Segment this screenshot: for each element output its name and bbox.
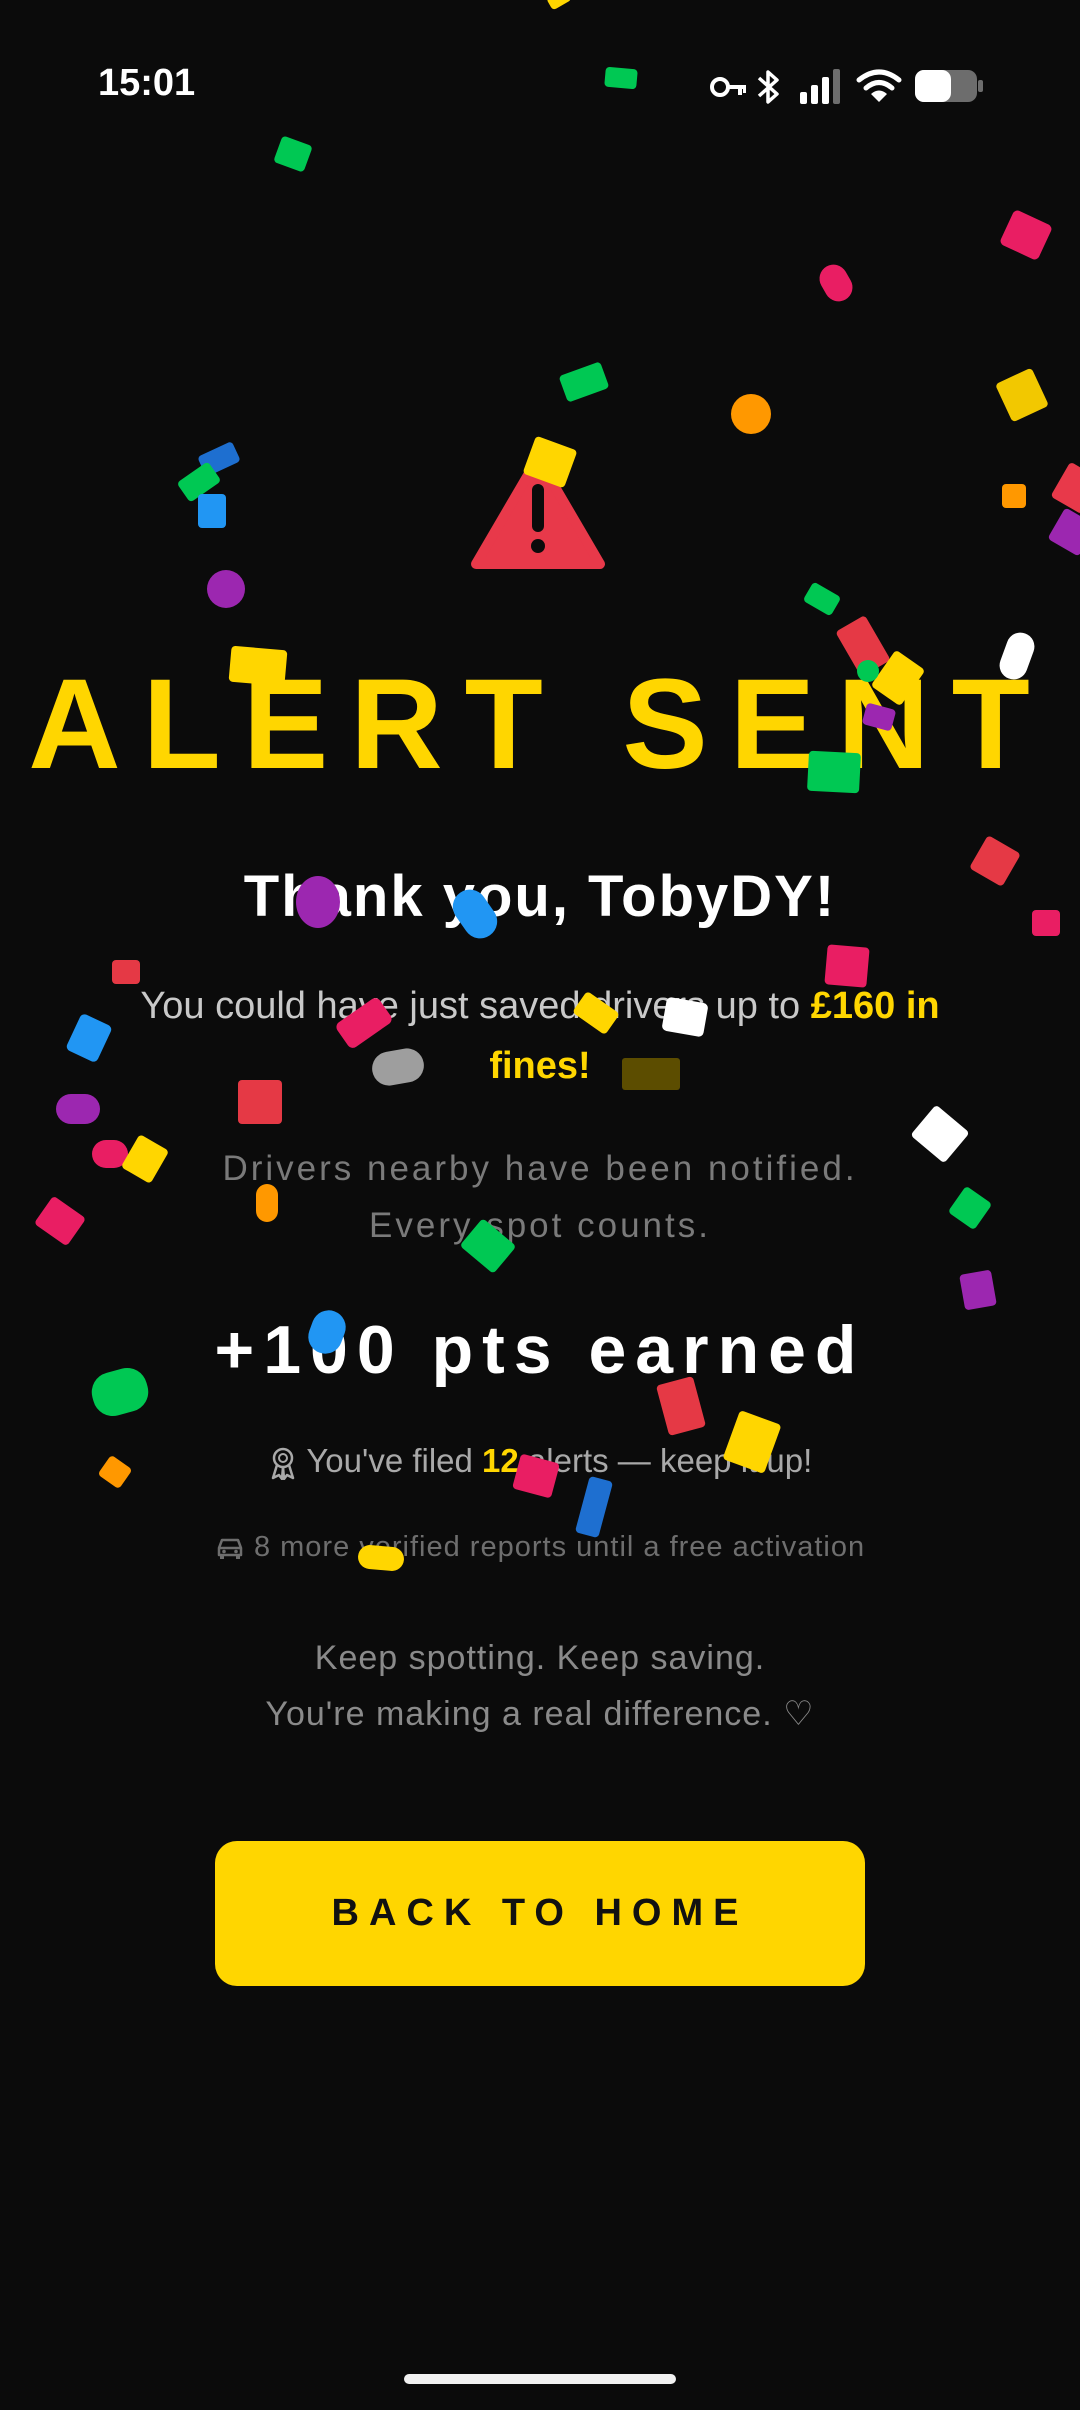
confetti-piece — [56, 1094, 100, 1124]
cellular-signal-icon — [800, 69, 840, 104]
app-screen: 15:01 ALERT SENT Thank you, TobyDY! You … — [0, 0, 1080, 2410]
car-icon — [217, 1539, 243, 1560]
bluetooth-icon — [757, 70, 779, 104]
confetti-piece — [558, 361, 610, 403]
savings-text: You could have just saved drivers up to — [140, 985, 811, 1027]
confetti-piece — [1002, 484, 1026, 508]
alerts-filed-message: You've filed 12 alerts — keep it up! — [0, 1436, 1080, 1486]
verified-reports-message: 8 more verified reports until a free act… — [0, 1524, 1080, 1570]
filed-suffix: alerts — keep it up! — [518, 1442, 813, 1479]
keep-line-2: You're making a real difference. ♡ — [265, 1695, 815, 1733]
alert-sent-title: ALERT SENT — [28, 653, 1052, 796]
back-to-home-button[interactable]: BACK TO HOME — [215, 1841, 865, 1986]
confetti-piece — [176, 461, 222, 503]
confetti-piece — [1047, 507, 1080, 557]
battery-icon — [915, 70, 983, 102]
confetti-piece — [1050, 461, 1080, 515]
confetti-piece — [994, 367, 1050, 423]
filed-count: 12 — [482, 1442, 519, 1479]
confetti-piece — [998, 208, 1054, 262]
confetti-piece — [207, 570, 245, 608]
notified-line-2: Every spot counts. — [369, 1206, 711, 1245]
verified-text: 8 more verified reports until a free act… — [253, 1531, 866, 1563]
award-ribbon-icon — [271, 1448, 294, 1481]
confetti-piece — [959, 1269, 997, 1311]
keep-line-1: Keep spotting. Keep saving. — [314, 1639, 766, 1677]
keep-spotting-message: Keep spotting. Keep saving. You're makin… — [0, 1630, 1080, 1742]
home-indicator[interactable] — [404, 2374, 676, 2384]
thank-you-message: Thank you, TobyDY! — [243, 864, 837, 929]
warning-triangle-icon — [471, 453, 605, 569]
points-earned: +100 pts earned — [214, 1312, 866, 1388]
wifi-icon — [856, 69, 902, 102]
confetti-piece — [814, 259, 858, 307]
status-bar: 15:01 — [0, 0, 1080, 170]
savings-message: You could have just saved drivers up to … — [100, 976, 980, 1096]
key-icon — [710, 77, 746, 97]
confetti-piece — [198, 494, 226, 528]
filed-prefix: You've filed — [306, 1442, 483, 1479]
status-time: 15:01 — [98, 62, 196, 104]
confetti-piece — [197, 441, 241, 477]
confetti-piece — [802, 581, 842, 617]
confetti-piece — [731, 394, 771, 434]
notified-line-1: Drivers nearby have been notified. — [222, 1149, 858, 1188]
notified-message: Drivers nearby have been notified. Every… — [0, 1140, 1080, 1254]
